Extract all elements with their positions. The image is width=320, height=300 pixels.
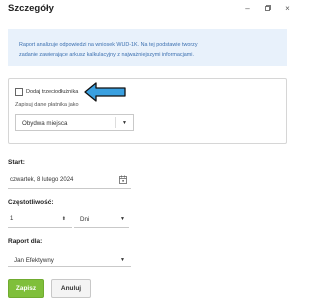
start-date-field[interactable]: czwartek, 8 lutego 2024: [8, 174, 131, 189]
add-third-party-label[interactable]: Dodaj trzeciodłużnika: [26, 89, 78, 95]
cancel-button[interactable]: Anuluj: [51, 279, 91, 298]
start-label: Start:: [8, 159, 25, 166]
save-button[interactable]: Zapisz: [8, 279, 44, 298]
third-party-panel: Dodaj trzeciodłużnika Zapisuj dane płatn…: [8, 78, 287, 144]
payer-label: Zapisuj dane płatnika jako: [15, 102, 79, 108]
payer-value: Obydwa miejsca: [22, 119, 68, 127]
page-title: Szczegóły: [8, 3, 54, 14]
start-date-value: czwartek, 8 lutego 2024: [10, 177, 74, 183]
restore-icon: [264, 5, 271, 11]
info-box: Raport analizuje odpowiedzi na wniosek W…: [8, 29, 287, 66]
close-button[interactable]: ×: [283, 4, 292, 13]
calendar-icon[interactable]: [119, 175, 127, 184]
select-divider: [115, 117, 116, 128]
add-third-party-option[interactable]: Dodaj trzeciodłużnika: [15, 88, 78, 96]
frequency-unit-value: Dni: [80, 216, 90, 223]
arrow-left-icon: [84, 82, 126, 102]
frequency-label: Częstotliwość:: [8, 199, 54, 206]
report-for-select[interactable]: Jan Efektywny ▼: [8, 253, 131, 267]
window-controls: – ×: [243, 4, 292, 13]
payer-select[interactable]: Obydwa miejsca ▼: [15, 114, 134, 131]
report-for-label: Raport dla:: [8, 238, 43, 245]
frequency-count-value: 1: [10, 216, 14, 222]
chevron-down-icon: ▼: [120, 216, 125, 222]
frequency-unit-select[interactable]: Dni ▼: [74, 214, 129, 228]
stepper-arrows-icon[interactable]: ⬍: [62, 216, 66, 222]
restore-button[interactable]: [263, 4, 272, 13]
add-third-party-checkbox[interactable]: [15, 88, 23, 96]
frequency-count-stepper[interactable]: 1 ⬍: [8, 214, 72, 228]
info-line-2: zadanie zawierające arkusz kalkulacyjny …: [19, 52, 194, 58]
info-line-1: Raport analizuje odpowiedzi na wniosek W…: [19, 42, 198, 48]
minimize-button[interactable]: –: [243, 4, 252, 13]
chevron-down-icon: ▼: [120, 256, 125, 263]
chevron-down-icon: ▼: [122, 120, 127, 126]
report-for-value: Jan Efektywny: [14, 256, 54, 264]
